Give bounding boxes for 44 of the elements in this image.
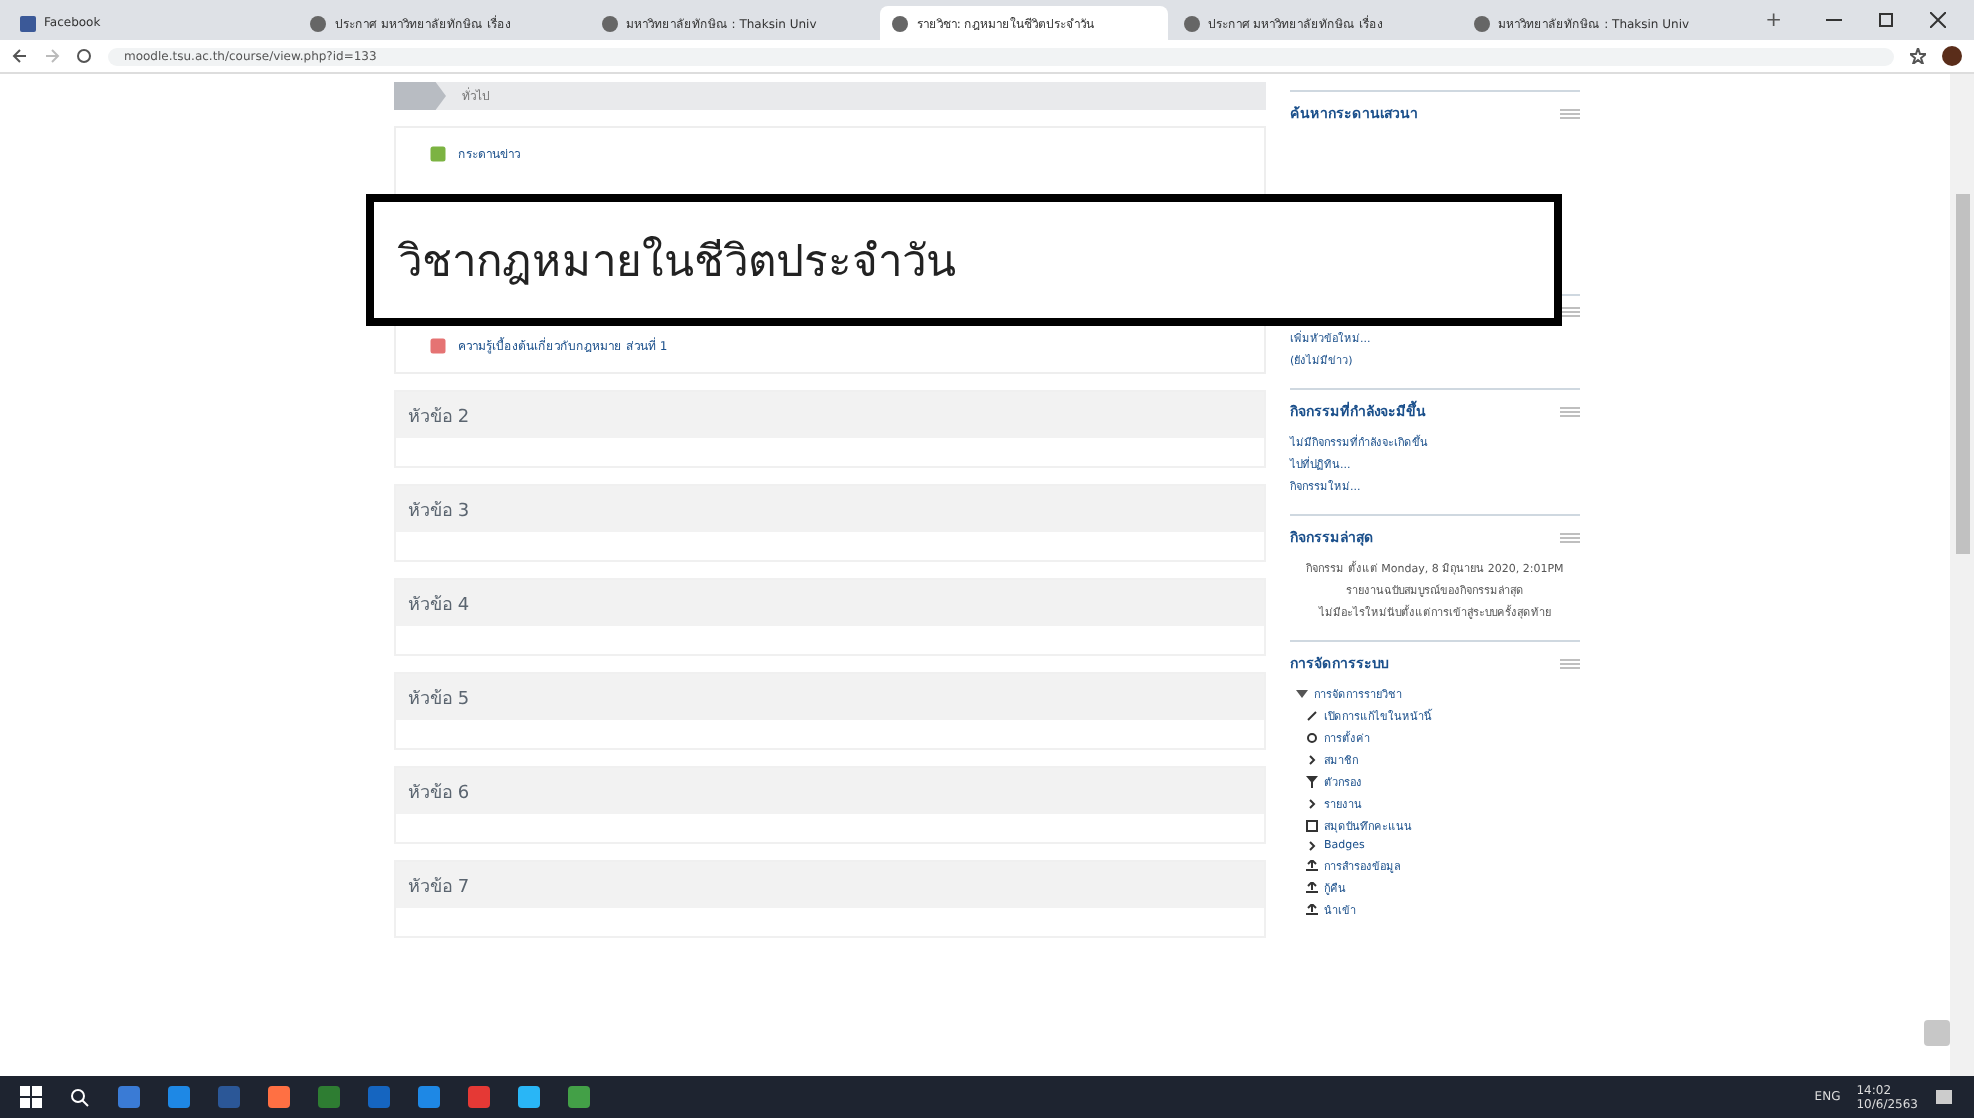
file-icon: [428, 336, 448, 356]
taskbar-app-icon[interactable]: [418, 1086, 440, 1108]
upload-icon: [1306, 882, 1318, 894]
home-crumb[interactable]: [394, 82, 446, 110]
taskbar-app-icon[interactable]: [568, 1086, 590, 1108]
taskbar-app-icon[interactable]: [268, 1086, 290, 1108]
section-title: หัวข้อ 2: [396, 392, 1264, 438]
restore-icon[interactable]: [1878, 12, 1895, 28]
caret-icon: [1296, 688, 1308, 700]
caret-icon: [1306, 754, 1318, 766]
taskbar-app-icon[interactable]: [168, 1086, 190, 1108]
scroll-thumb[interactable]: [1955, 194, 1969, 554]
table-icon: [1306, 820, 1318, 832]
taskbar-app-icon[interactable]: [218, 1086, 240, 1108]
reload-icon[interactable]: [76, 48, 92, 64]
back-icon[interactable]: [12, 48, 28, 64]
taskbar-app-icon[interactable]: [368, 1086, 390, 1108]
taskbar-app-icon[interactable]: [318, 1086, 340, 1108]
taskbar-app-icon[interactable]: [118, 1086, 140, 1108]
new-tab-button[interactable]: +: [1753, 9, 1795, 31]
section-title: หัวข้อ 6: [396, 768, 1264, 814]
pencil-icon: [1306, 710, 1318, 722]
section-title: หัวข้อ 3: [396, 486, 1264, 532]
taskbar-app-icon[interactable]: [518, 1086, 540, 1108]
search-icon[interactable]: [70, 1087, 90, 1107]
filter-icon: [1306, 776, 1318, 788]
caret-icon: [1306, 798, 1318, 810]
forward-icon[interactable]: [44, 48, 60, 64]
block-menu-icon[interactable]: [1560, 306, 1580, 318]
section-title: หัวข้อ 7: [396, 862, 1264, 908]
caret-icon: [1306, 840, 1318, 852]
star-icon[interactable]: [1910, 48, 1926, 64]
profile-avatar[interactable]: [1942, 46, 1962, 66]
close-icon[interactable]: [1930, 12, 1947, 28]
scrollbar[interactable]: [1950, 74, 1974, 1076]
forum-icon: [428, 144, 448, 164]
course-title: วิชากฎหมายในชีวิตประจำวัน: [366, 194, 1562, 326]
upload-icon: [1306, 904, 1318, 916]
section-title: หัวข้อ 4: [396, 580, 1264, 626]
windows-logo-icon[interactable]: [20, 1086, 42, 1108]
section-title: หัวข้อ 5: [396, 674, 1264, 720]
notification-icon[interactable]: [1934, 1087, 1954, 1107]
taskbar-app-icon[interactable]: [468, 1086, 490, 1108]
upload-icon: [1306, 860, 1318, 872]
